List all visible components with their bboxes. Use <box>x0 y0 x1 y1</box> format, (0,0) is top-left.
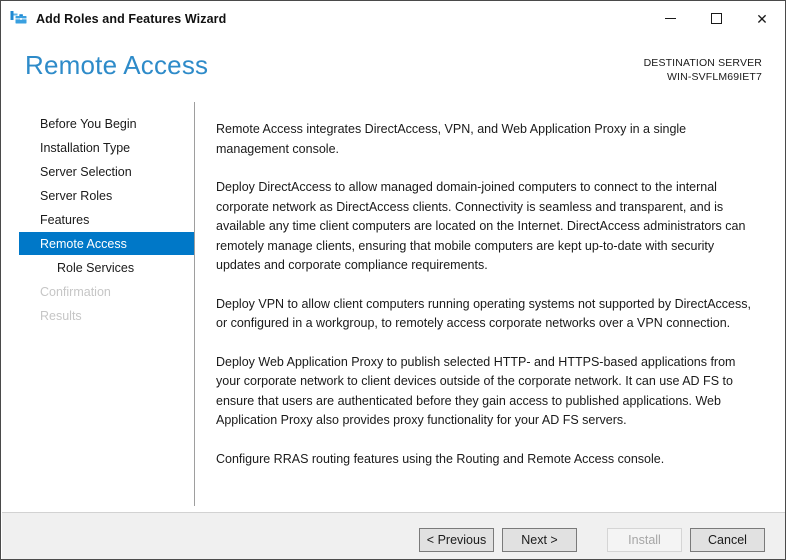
destination-server-name: WIN-SVFLM69IET7 <box>666 71 762 83</box>
sidebar-item-features[interactable]: Features <box>19 208 194 231</box>
sidebar-item-server-roles[interactable]: Server Roles <box>19 184 194 207</box>
description-paragraph: Remote Access integrates DirectAccess, V… <box>216 122 687 156</box>
sidebar-item-confirmation: Confirmation <box>40 284 111 299</box>
sidebar-item-server-selection[interactable]: Server Selection <box>19 160 194 183</box>
server-manager-icon <box>9 9 29 29</box>
maximize-icon <box>710 13 722 24</box>
wizard-body: Before You Begin Installation Type Server … <box>2 98 785 512</box>
install-button[interactable]: Install <box>607 528 682 552</box>
caption-button-group: ✕ <box>647 1 785 36</box>
minimize-button[interactable] <box>647 1 693 36</box>
cancel-button[interactable]: Cancel <box>690 528 765 552</box>
description-text: Remote Access integrates DirectAccess, V… <box>195 98 785 469</box>
sidebar-item-results: Results <box>40 308 82 323</box>
button-bar: < Previous Next > Install Cancel <box>2 513 785 559</box>
window-title: Add Roles and Features Wizard <box>36 11 227 26</box>
sidebar-item-remote-access[interactable]: Remote Access <box>19 232 194 255</box>
destination-server-label: DESTINATION SERVER <box>643 57 762 69</box>
description-paragraph: Deploy DirectAccess to allow managed dom… <box>216 180 746 272</box>
description-paragraph: Deploy Web Application Proxy to publish … <box>216 354 736 428</box>
close-button[interactable]: ✕ <box>739 1 785 36</box>
next-button[interactable]: Next > <box>502 528 577 552</box>
sidebar-item-role-services[interactable]: Role Services <box>19 256 194 279</box>
sidebar-item-before-you-begin[interactable]: Before You Begin <box>19 112 194 135</box>
close-icon: ✕ <box>756 10 768 27</box>
page-header: Remote Access DESTINATION SERVER WIN-SVF… <box>2 36 785 98</box>
maximize-button[interactable] <box>693 1 739 36</box>
description-paragraph: Deploy VPN to allow client computers run… <box>216 296 751 331</box>
sidebar-item-installation-type[interactable]: Installation Type <box>19 136 194 159</box>
previous-button[interactable]: < Previous <box>419 528 494 552</box>
title-bar: Add Roles and Features Wizard ✕ <box>1 1 785 36</box>
wizard-window: Add Roles and Features Wizard ✕ Remote A… <box>0 0 786 560</box>
page-title: Remote Access <box>25 50 209 80</box>
description-paragraph: Configure RRAS routing features using th… <box>216 451 665 466</box>
destination-server-block: DESTINATION SERVER WIN-SVFLM69IET7 <box>644 56 762 84</box>
minimize-icon <box>664 18 676 19</box>
wizard-step-nav: Before You Begin Installation Type Server … <box>2 98 194 512</box>
content-pane: Remote Access integrates DirectAccess, V… <box>195 98 785 512</box>
